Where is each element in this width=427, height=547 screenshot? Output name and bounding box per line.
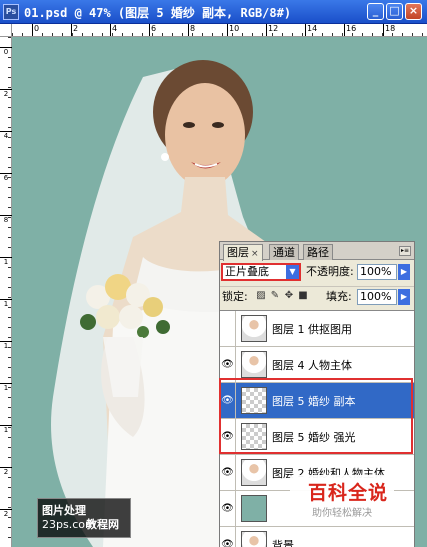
ruler-tick: 2 xyxy=(0,509,12,518)
watermark-23ps: 图片处理 23ps.com 教程网 xyxy=(37,498,131,538)
panel-menu-icon[interactable]: ▸≡ xyxy=(399,246,411,256)
layer-name: 图层 5 婚纱 强光 xyxy=(272,431,356,444)
tab-layers[interactable]: 图层 × xyxy=(223,244,263,261)
watermark-slogan: 助你轻松解决 xyxy=(312,508,372,519)
photoshop-app-icon: Ps xyxy=(3,4,19,20)
horizontal-ruler[interactable]: 0 2 4 6 8 10 12 14 16 18 xyxy=(12,24,427,37)
ruler-tick: 10 xyxy=(227,24,239,36)
ruler-tick: 1 xyxy=(0,341,12,350)
ruler-tick: 1 xyxy=(0,257,12,266)
ruler-tick: 6 xyxy=(149,24,156,36)
eye-icon[interactable]: 👁 xyxy=(220,527,236,547)
ruler-tick: 0 xyxy=(32,24,39,36)
fill-arrow-icon[interactable]: ▶ xyxy=(398,289,410,305)
tab-label: 通道 xyxy=(273,246,295,259)
layer-thumbnail xyxy=(241,315,267,342)
vertical-ruler[interactable]: 0 2 4 6 8 1 1 1 1 1 2 2 xyxy=(0,37,12,547)
panel-tab-bar: 图层 × 通道 路径 ▸≡ xyxy=(220,242,414,261)
layer-name: 图层 4 人物主体 xyxy=(272,359,352,372)
visibility-toggle[interactable] xyxy=(220,311,236,346)
layer-thumbnail xyxy=(241,351,267,378)
ruler-tick: 14 xyxy=(305,24,317,36)
layer-thumbnail xyxy=(241,423,267,450)
ruler-tick: 4 xyxy=(0,131,12,140)
chevron-down-icon[interactable]: ▼ xyxy=(286,265,299,279)
watermark-text: 图片处理 xyxy=(42,504,86,517)
layer-row[interactable]: 👁 图层 4 人物主体 xyxy=(220,347,414,383)
ruler-tick: 0 xyxy=(0,47,12,56)
lock-brush-icon[interactable]: ✎ xyxy=(270,291,280,301)
eye-icon[interactable]: 👁 xyxy=(220,347,236,382)
blend-mode-value: 正片叠底 xyxy=(225,265,269,278)
ruler-tick: 6 xyxy=(0,173,12,182)
eye-icon[interactable]: 👁 xyxy=(220,491,236,526)
ruler-tick: 2 xyxy=(0,89,12,98)
layer-row[interactable]: 👁 图层 5 婚纱 强光 xyxy=(220,419,414,455)
ruler-tick: 12 xyxy=(266,24,278,36)
layer-name: 图层 5 婚纱 副本 xyxy=(272,395,356,408)
layer-row-selected[interactable]: 👁 图层 5 婚纱 副本 xyxy=(220,383,414,419)
layer-name: 图层 1 供抠图用 xyxy=(272,323,352,336)
close-button[interactable]: × xyxy=(405,3,422,20)
lock-all-icon[interactable]: ■ xyxy=(298,291,308,301)
ruler-tick: 8 xyxy=(0,215,12,224)
eye-icon[interactable]: 👁 xyxy=(220,383,236,418)
ruler-tick: 2 xyxy=(71,24,78,36)
opacity-arrow-icon[interactable]: ▶ xyxy=(398,264,410,280)
ruler-tick: 1 xyxy=(0,425,12,434)
blend-row: 正片叠底 ▼ 不透明度: 100% ▶ xyxy=(220,262,414,282)
eye-icon[interactable]: 👁 xyxy=(220,419,236,454)
ruler-tick: 1 xyxy=(0,383,12,392)
opacity-label: 不透明度: xyxy=(306,265,354,278)
ruler-corner[interactable] xyxy=(0,24,12,37)
layer-thumbnail xyxy=(241,387,267,414)
lock-label: 锁定: xyxy=(222,290,248,303)
ruler-tick: 8 xyxy=(188,24,195,36)
blend-mode-select[interactable]: 正片叠底 ▼ xyxy=(221,263,301,281)
maximize-button[interactable]: □ xyxy=(386,3,403,20)
fill-label: 填充: xyxy=(326,290,352,303)
tab-close-icon[interactable]: × xyxy=(251,249,259,259)
tab-label: 图层 xyxy=(227,246,249,259)
layer-row[interactable]: 👁 背景 xyxy=(220,527,414,547)
watermark-baike: 百科全说 助你轻松解决 xyxy=(290,475,394,521)
watermark-text: 教程网 xyxy=(86,518,119,531)
tab-label: 路径 xyxy=(307,246,329,259)
layer-row[interactable]: 图层 1 供抠图用 xyxy=(220,311,414,347)
document-title: 01.psd @ 47% (图层 5 婚纱 副本, RGB/8#) xyxy=(24,6,292,20)
eye-icon[interactable]: 👁 xyxy=(220,455,236,490)
lock-transparent-icon[interactable]: ▨ xyxy=(256,291,266,301)
tab-paths[interactable]: 路径 xyxy=(303,244,333,260)
ruler-tick: 2 xyxy=(0,467,12,476)
ruler-tick: 1 xyxy=(0,299,12,308)
ruler-tick: 18 xyxy=(383,24,395,36)
opacity-input[interactable]: 100% xyxy=(357,264,397,280)
title-bar: Ps 01.psd @ 47% (图层 5 婚纱 副本, RGB/8#) _ □… xyxy=(0,0,427,24)
watermark-brand: 百科全说 xyxy=(308,482,389,504)
layer-thumbnail xyxy=(241,459,267,486)
layer-thumbnail xyxy=(241,495,267,522)
tab-channels[interactable]: 通道 xyxy=(269,244,299,260)
ruler-tick: 16 xyxy=(344,24,356,36)
fill-input[interactable]: 100% xyxy=(357,289,397,305)
lock-move-icon[interactable]: ✥ xyxy=(284,291,294,301)
lock-row: 锁定: ▨ ✎ ✥ ■ 填充: 100% ▶ xyxy=(220,286,414,306)
layer-name: 背景 xyxy=(272,539,294,547)
ruler-tick: 4 xyxy=(110,24,117,36)
minimize-button[interactable]: _ xyxy=(367,3,384,20)
layer-thumbnail xyxy=(241,531,267,547)
